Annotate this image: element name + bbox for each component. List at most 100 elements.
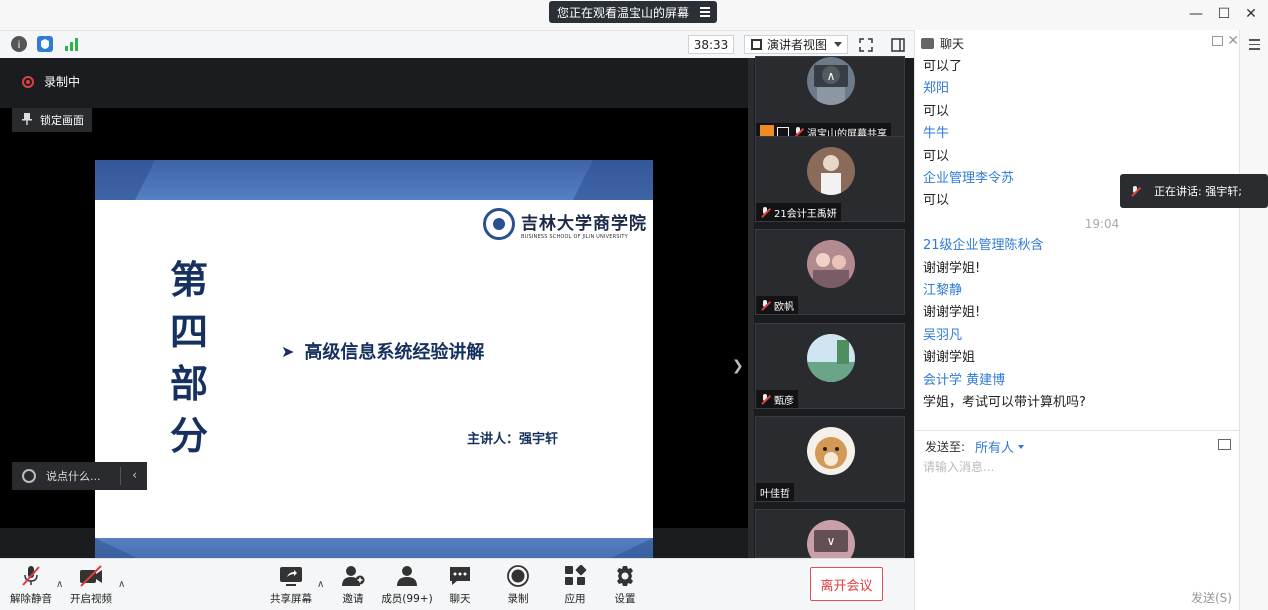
chat-message-sender[interactable]: 吴羽凡	[923, 325, 1241, 347]
chat-title: 聊天	[940, 36, 965, 51]
chat-message-text: 可以	[923, 103, 950, 119]
chat-message-list[interactable]: 可以了 郑阳 可以 牛牛 可以 企业管理李令苏 可以 19:04 21级企业管理…	[923, 56, 1241, 432]
chat-message-text: 谢谢学姐	[923, 350, 976, 366]
avatar	[807, 240, 855, 288]
chat-message-sender[interactable]: 牛牛	[923, 123, 1241, 145]
share-banner-text: 您正在观看温宝山的屏幕	[557, 5, 690, 20]
participant-tile[interactable]: ∨	[755, 509, 905, 568]
logo-cn-text: 吉林大学商学院	[521, 213, 647, 234]
popout-icon[interactable]	[1212, 36, 1223, 46]
participant-tile[interactable]: 欧帆	[755, 229, 905, 315]
chat-input[interactable]	[923, 457, 1223, 477]
members-button[interactable]: 成员(99+)	[381, 565, 433, 606]
meeting-timer: 38:33	[688, 35, 734, 54]
maximize-button[interactable]: ☐	[1216, 6, 1232, 22]
chat-message-sender[interactable]: 会计学 黄建博	[923, 370, 1241, 392]
recording-indicator: 录制中	[22, 73, 80, 90]
sidebar-toggle-icon[interactable]	[890, 37, 906, 53]
minimize-button[interactable]: —	[1188, 6, 1204, 22]
chat-header: 聊天 ✕	[915, 30, 1268, 56]
info-icon[interactable]: i	[11, 36, 27, 52]
participant-strip: ∧ 温宝山的屏幕共享 21会计王禹妍 欧帆 甄彦 叶佳哲 ∨	[748, 56, 914, 568]
participant-name: 欧帆	[774, 301, 794, 313]
view-mode-label: 演讲者视图	[767, 38, 828, 52]
participant-tile[interactable]: 甄彦	[755, 323, 905, 409]
slide-bullet-text: 高级信息系统经验讲解	[304, 342, 485, 363]
share-screen-button[interactable]: 共享屏幕	[265, 565, 317, 606]
video-options-caret-icon[interactable]: ∧	[118, 579, 125, 590]
unmute-label: 解除静音	[10, 593, 52, 605]
participant-tile[interactable]: ∧ 温宝山的屏幕共享	[755, 56, 905, 142]
participant-tile[interactable]: 叶佳哲	[755, 416, 905, 502]
grid-view-icon	[751, 39, 762, 50]
close-icon[interactable]: ✕	[1227, 33, 1239, 49]
pin-icon	[22, 112, 32, 128]
avatar	[807, 334, 855, 382]
next-page-arrow-icon[interactable]: ❯	[732, 358, 744, 374]
chat-message-sender[interactable]: 21级企业管理陈秋含	[923, 235, 1241, 257]
settings-button[interactable]: 设置	[599, 565, 651, 606]
start-video-label: 开启视频	[70, 593, 112, 605]
camera-off-icon	[79, 565, 103, 587]
participant-name-tag: 21会计王禹妍	[756, 203, 841, 221]
send-to-selector[interactable]: 发送至: 所有人	[925, 437, 1025, 456]
avatar	[807, 427, 855, 475]
participant-name: 21会计王禹妍	[774, 208, 837, 220]
chat-message-sender[interactable]: 郑阳	[923, 78, 1241, 100]
invite-label: 邀请	[342, 593, 364, 605]
send-button[interactable]: 发送(S)	[1191, 589, 1232, 606]
strip-resize-handle[interactable]	[748, 58, 754, 558]
image-icon[interactable]	[1218, 439, 1231, 450]
participant-tile[interactable]: 21会计王禹妍	[755, 136, 905, 222]
apps-label: 应用	[564, 593, 586, 605]
share-options-caret-icon[interactable]: ∧	[317, 579, 324, 590]
start-video-button[interactable]: 开启视频	[65, 565, 117, 606]
chevron-down-icon[interactable]	[1018, 444, 1025, 449]
say-something-placeholder: 说点什么...	[46, 470, 101, 483]
mic-off-icon	[760, 206, 770, 218]
share-banner[interactable]: 您正在观看温宝山的屏幕	[549, 1, 717, 23]
main-stage: 录制中 吉林大学商学院 BUSINESS SCHOOL OF JILIN UNI…	[0, 58, 748, 576]
window-titlebar: 您正在观看温宝山的屏幕 — ☐ ✕	[0, 0, 1268, 30]
vertical-char: 四	[169, 309, 208, 354]
chat-bubble-icon	[921, 37, 934, 49]
audio-options-caret-icon[interactable]: ∧	[56, 579, 63, 590]
participant-name-tag: 欧帆	[756, 296, 798, 314]
record-icon	[506, 565, 530, 587]
members-label: 成员(99+)	[381, 593, 433, 605]
vertical-char: 部	[169, 361, 208, 406]
view-mode-select[interactable]: 演讲者视图	[744, 35, 848, 54]
chevron-down-icon	[834, 42, 842, 47]
speaking-text: 正在讲话: 强宇轩;	[1154, 185, 1242, 198]
slide-top-band	[95, 160, 653, 200]
lock-view-button[interactable]: 锁定画面	[12, 108, 92, 132]
signal-icon[interactable]	[64, 36, 80, 52]
meeting-controls: 解除静音 ∧ 开启视频 ∧ 共享屏幕 ∧ 邀请 成员(99+) 聊天 录制 应用…	[0, 558, 914, 610]
logo-en-text: BUSINESS SCHOOL OF JILIN UNIVERSITY	[521, 233, 628, 240]
meeting-app: 您正在观看温宝山的屏幕 — ☐ ✕ i 38:33 演讲者视图 录制中 吉林大学…	[0, 0, 1268, 610]
scroll-up-button[interactable]: ∧	[814, 65, 848, 87]
record-button[interactable]: 录制	[492, 565, 544, 606]
chat-message-text: 谢谢学姐!	[923, 305, 981, 321]
banner-menu-icon[interactable]	[700, 7, 710, 17]
leave-meeting-button[interactable]: 离开会议	[810, 567, 883, 601]
chevron-left-icon[interactable]: ‹	[132, 468, 137, 482]
chat-icon	[448, 565, 472, 587]
chat-compose: 发送至: 所有人 发送(S)	[915, 430, 1239, 610]
unmute-button[interactable]: 解除静音	[5, 565, 57, 606]
gear-icon	[613, 565, 637, 587]
shield-icon[interactable]	[37, 36, 53, 52]
chat-button[interactable]: 聊天	[434, 565, 486, 606]
fullscreen-icon[interactable]	[858, 37, 874, 53]
emoji-icon[interactable]	[22, 469, 36, 483]
chat-message-sender[interactable]: 江黎静	[923, 280, 1241, 302]
apps-button[interactable]: 应用	[549, 564, 601, 606]
hamburger-menu-icon[interactable]	[1249, 39, 1260, 53]
scroll-down-button[interactable]: ∨	[814, 530, 848, 552]
invite-button[interactable]: 邀请	[327, 565, 379, 606]
send-to-target[interactable]: 所有人	[975, 437, 1014, 456]
close-window-button[interactable]: ✕	[1243, 6, 1259, 22]
say-something-box[interactable]: 说点什么... ‹	[12, 462, 147, 490]
recording-label: 录制中	[44, 75, 81, 89]
mic-off-icon	[760, 393, 770, 405]
